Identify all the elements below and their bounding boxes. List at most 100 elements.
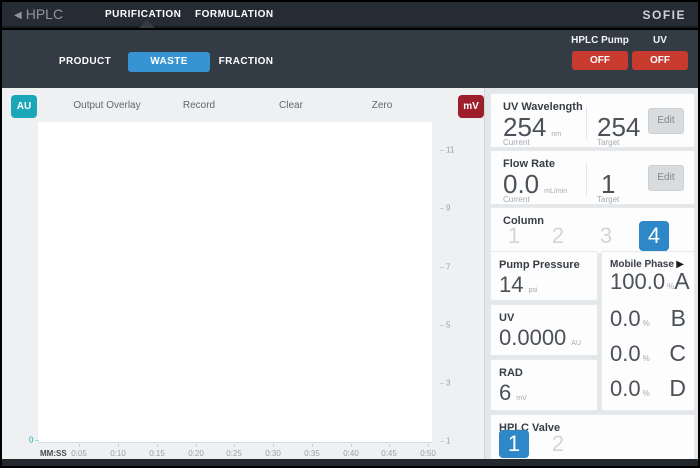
output-overlay-menu-item[interactable]: Output Overlay (73, 100, 140, 111)
clear-menu-item[interactable]: Clear (279, 100, 303, 111)
fraction-button[interactable]: FRACTION (215, 52, 277, 72)
top-nav-bar: ◀ HPLC PURIFICATION FORMULATION SOFIE (2, 2, 698, 28)
y-axis-label: 7 (446, 263, 450, 272)
uv-wavelength-edit-button[interactable]: Edit (648, 108, 684, 134)
divider (586, 106, 587, 139)
brand-logo: SOFIE (642, 8, 686, 22)
mobile-phase-b-value: 0.0 (610, 306, 641, 331)
control-panel: UV Wavelength 254nm Current 254 Target E… (484, 88, 698, 460)
uv-reading-title: UV (499, 312, 514, 324)
column-card: Column 1 2 3 4 (490, 207, 695, 254)
hplc-pump-off-button[interactable]: OFF (572, 51, 628, 70)
mobile-phase-b-label: B (671, 305, 686, 332)
flow-rate-card: Flow Rate 0.0mL/min Current 1 Target Edi… (490, 150, 695, 205)
x-axis-label: 0:50 (420, 449, 436, 458)
pump-pressure-title: Pump Pressure (499, 259, 580, 271)
x-tick (196, 444, 197, 447)
waste-button[interactable]: WASTE (128, 52, 210, 72)
current-caption: Current (503, 138, 530, 147)
mobile-phase-c-value: 0.0 (610, 341, 641, 366)
active-tab-caret-icon (139, 20, 155, 28)
x-axis-label: 0:15 (149, 449, 165, 458)
x-tick (312, 444, 313, 447)
au-zero-label: 0 (29, 436, 33, 445)
mobile-phase-row-a: 100.0% A (610, 268, 686, 295)
app-window: ◀ HPLC PURIFICATION FORMULATION SOFIE PRO… (0, 0, 700, 468)
mobile-phase-row-b: 0.0% B (610, 305, 686, 332)
x-tick (389, 444, 390, 447)
column-option-1[interactable]: 1 (499, 221, 529, 251)
mobile-phase-row-c: 0.0% C (610, 340, 686, 367)
tab-purification[interactable]: PURIFICATION (105, 9, 181, 20)
y-tick (440, 267, 444, 268)
au-axis-badge[interactable]: AU (11, 95, 37, 118)
column-option-4-selected[interactable]: 4 (639, 221, 669, 251)
x-tick (157, 444, 158, 447)
x-axis-label: 0:35 (304, 449, 320, 458)
y-axis-label: 11 (446, 146, 454, 155)
divider (586, 163, 587, 196)
back-button-label: HPLC (26, 6, 63, 22)
percent-unit: % (643, 389, 650, 398)
x-axis-label: 0:25 (226, 449, 242, 458)
mobile-phase-d-value: 0.0 (610, 376, 641, 401)
x-axis-name: MM:SS (40, 449, 67, 458)
chart-area: AU Output Overlay Record Clear Zero mV 1… (2, 88, 484, 460)
column-option-2[interactable]: 2 (543, 221, 573, 251)
mobile-phase-card: Mobile Phase ▶ 100.0% A 0.0% B 0.0% C 0.… (601, 251, 695, 411)
percent-unit: % (667, 282, 674, 291)
pump-pressure-card: Pump Pressure 14 psi (490, 251, 598, 301)
current-caption: Current (503, 195, 530, 204)
y-tick (440, 325, 444, 326)
mobile-phase-row-d: 0.0% D (610, 375, 686, 402)
record-menu-item[interactable]: Record (183, 100, 215, 111)
x-axis-label: 0:10 (110, 449, 126, 458)
zero-menu-item[interactable]: Zero (372, 100, 393, 111)
back-arrow-icon: ◀ (14, 10, 22, 21)
y-axis-label: 9 (446, 204, 450, 213)
tab-formulation[interactable]: FORMULATION (195, 9, 274, 20)
rad-reading-title: RAD (499, 367, 523, 379)
y-axis-label: 3 (446, 379, 450, 388)
mv-axis-badge[interactable]: mV (458, 95, 484, 118)
x-axis-label: 0:45 (381, 449, 397, 458)
x-tick (118, 444, 119, 447)
percent-unit: % (643, 319, 650, 328)
pump-pressure-value: 14 (499, 272, 523, 297)
column-option-3[interactable]: 3 (591, 221, 621, 251)
chromatogram-plot (38, 122, 432, 443)
uv-wavelength-current-unit: nm (551, 131, 561, 138)
rad-reading-card: RAD 6mV (490, 359, 598, 411)
target-caption: Target (597, 138, 619, 147)
hplc-valve-option-1-selected[interactable]: 1 (499, 430, 529, 458)
pump-pressure-unit: psi (528, 287, 537, 294)
uv-wavelength-card: UV Wavelength 254nm Current 254 Target E… (490, 93, 695, 148)
x-axis-label: 0:30 (265, 449, 281, 458)
x-axis-label: 0:20 (188, 449, 204, 458)
y-tick (440, 150, 444, 151)
hplc-valve-option-2[interactable]: 2 (543, 430, 573, 458)
mobile-phase-a-label: A (674, 268, 689, 295)
uv-reading-card: UV 0.0000AU (490, 304, 598, 356)
x-axis-label: 0:05 (71, 449, 87, 458)
x-tick (351, 444, 352, 447)
flow-rate-edit-button[interactable]: Edit (648, 165, 684, 191)
au-zero-tick (35, 440, 39, 441)
product-button[interactable]: PRODUCT (57, 52, 113, 72)
uv-reading-value: 0.0000 (499, 325, 566, 350)
x-tick (234, 444, 235, 447)
x-tick (428, 444, 429, 447)
y-tick (440, 208, 444, 209)
y-tick (440, 441, 444, 442)
percent-unit: % (643, 354, 650, 363)
sub-nav-bar: PRODUCT WASTE FRACTION HPLC Pump OFF UV … (2, 30, 698, 88)
mobile-phase-a-value: 100.0 (610, 269, 665, 294)
hplc-valve-card: HPLC Valve 1 2 (490, 414, 695, 460)
mobile-phase-c-label: C (669, 340, 686, 367)
mobile-phase-d-label: D (669, 375, 686, 402)
back-button[interactable]: ◀ HPLC (14, 6, 63, 22)
y-axis-label: 5 (446, 321, 450, 330)
uv-off-button[interactable]: OFF (632, 51, 688, 70)
y-tick (440, 383, 444, 384)
rad-reading-unit: mV (516, 395, 527, 402)
